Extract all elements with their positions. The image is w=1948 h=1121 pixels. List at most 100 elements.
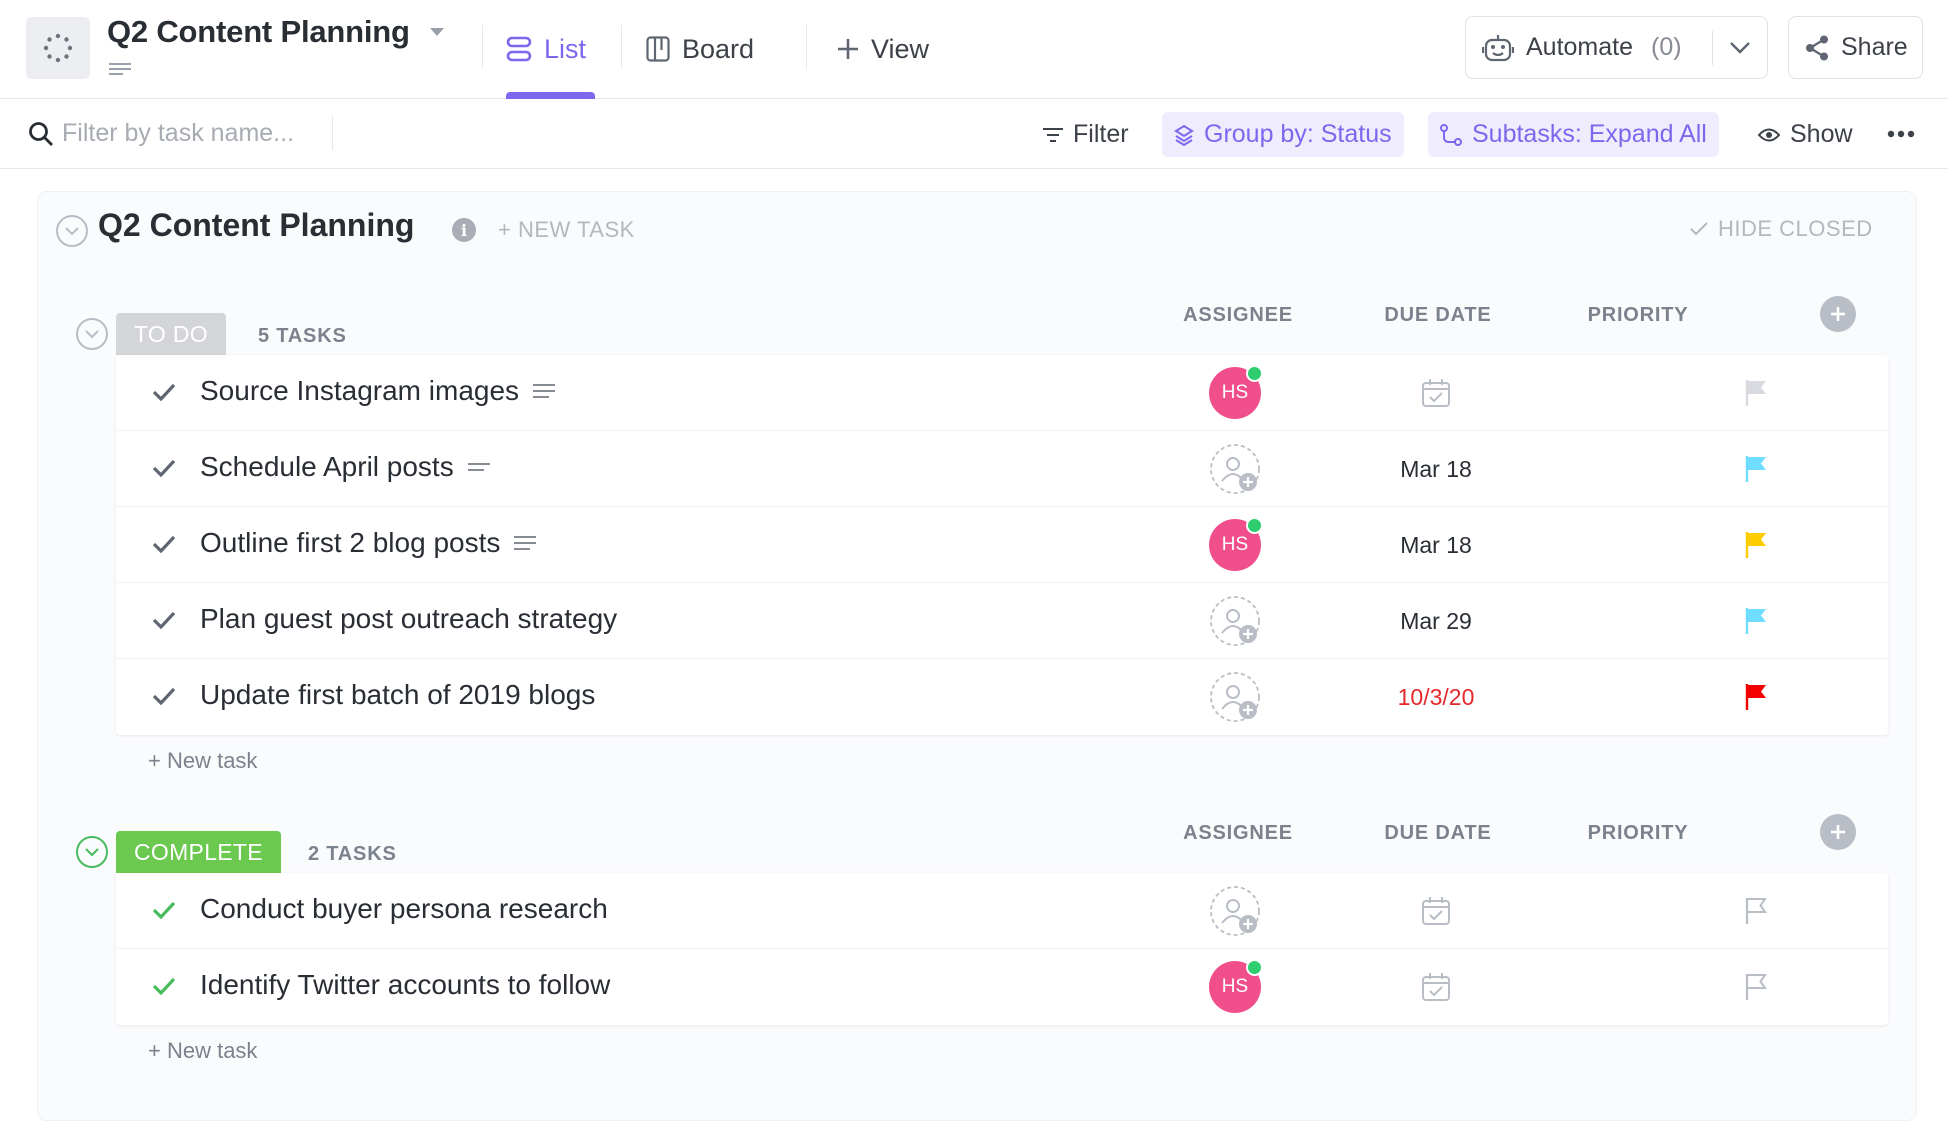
list-title: Q2 Content Planning bbox=[98, 207, 415, 243]
search-divider bbox=[332, 116, 333, 150]
table-row[interactable]: Conduct buyer persona research bbox=[116, 873, 1888, 949]
title-caret-icon[interactable] bbox=[430, 28, 444, 36]
hide-closed-button[interactable]: HIDE CLOSED bbox=[1690, 216, 1873, 242]
tab-list[interactable]: List bbox=[506, 30, 586, 68]
column-header-due-date[interactable]: DUE DATE bbox=[1358, 304, 1518, 327]
check-icon[interactable] bbox=[152, 535, 176, 553]
more-options-icon[interactable] bbox=[1887, 130, 1915, 138]
check-icon[interactable] bbox=[152, 383, 176, 401]
top-header: Q2 Content Planning List Board View Auto… bbox=[0, 0, 1948, 99]
due-date-value: Mar 18 bbox=[1400, 455, 1472, 482]
description-icon[interactable] bbox=[109, 62, 131, 76]
status-badge-todo[interactable]: TO DO bbox=[116, 313, 226, 355]
add-view-button[interactable]: View bbox=[837, 30, 929, 68]
task-name[interactable]: Schedule April posts bbox=[200, 451, 490, 483]
assignee-cell[interactable] bbox=[1209, 595, 1261, 647]
task-name[interactable]: Conduct buyer persona research bbox=[200, 893, 608, 925]
filter-button[interactable]: Filter bbox=[1043, 112, 1129, 157]
due-date-cell[interactable] bbox=[1356, 949, 1516, 1025]
task-name[interactable]: Outline first 2 blog posts bbox=[200, 527, 537, 559]
assignee-cell[interactable] bbox=[1209, 443, 1261, 495]
task-name[interactable]: Update first batch of 2019 blogs bbox=[200, 679, 595, 711]
show-button[interactable]: Show bbox=[1758, 112, 1853, 157]
info-icon[interactable]: i bbox=[452, 218, 476, 242]
collapse-group-todo[interactable] bbox=[76, 318, 108, 350]
active-tab-indicator bbox=[506, 92, 595, 99]
priority-cell[interactable] bbox=[1736, 355, 1776, 431]
subtasks-label: Subtasks: Expand All bbox=[1472, 120, 1707, 148]
share-button[interactable]: Share bbox=[1788, 16, 1923, 79]
task-count: 2 TASKS bbox=[308, 843, 397, 865]
assignee-cell[interactable]: HS bbox=[1209, 365, 1263, 419]
task-name-label: Conduct buyer persona research bbox=[200, 893, 608, 924]
description-icon bbox=[514, 536, 537, 550]
avatar[interactable]: HS bbox=[1209, 365, 1263, 419]
due-date-cell[interactable]: Mar 29 bbox=[1356, 583, 1516, 659]
priority-cell[interactable] bbox=[1736, 507, 1776, 583]
add-task-todo-button[interactable]: + New task bbox=[148, 748, 257, 774]
task-name[interactable]: Plan guest post outreach strategy bbox=[200, 603, 617, 635]
new-task-button[interactable]: + NEW TASK bbox=[498, 217, 635, 243]
column-header-due-date[interactable]: DUE DATE bbox=[1358, 822, 1518, 845]
check-icon[interactable] bbox=[152, 687, 176, 705]
priority-cell[interactable] bbox=[1736, 431, 1776, 507]
assignee-cell[interactable] bbox=[1209, 671, 1261, 723]
priority-cell[interactable] bbox=[1736, 583, 1776, 659]
assignee-cell[interactable]: HS bbox=[1209, 517, 1263, 571]
add-view-label: View bbox=[871, 33, 930, 64]
header-divider bbox=[621, 25, 622, 69]
automate-button[interactable]: Automate (0) bbox=[1465, 16, 1768, 79]
due-date-cell[interactable]: Mar 18 bbox=[1356, 507, 1516, 583]
due-date-cell[interactable] bbox=[1356, 873, 1516, 949]
column-header-assignee[interactable]: ASSIGNEE bbox=[1158, 822, 1318, 845]
add-column-button[interactable] bbox=[1820, 296, 1856, 332]
table-row[interactable]: Outline first 2 blog posts HS Mar 18 bbox=[116, 507, 1888, 583]
table-row[interactable]: Update first batch of 2019 blogs 10/3/20 bbox=[116, 659, 1888, 735]
automate-dropdown[interactable] bbox=[1713, 41, 1767, 55]
check-icon[interactable] bbox=[152, 611, 176, 629]
avatar[interactable]: HS bbox=[1209, 959, 1263, 1013]
check-icon[interactable] bbox=[152, 459, 176, 477]
column-header-priority[interactable]: PRIORITY bbox=[1558, 822, 1718, 845]
due-date-cell[interactable]: 10/3/20 bbox=[1356, 659, 1516, 735]
task-name[interactable]: Source Instagram images bbox=[200, 375, 556, 407]
add-task-complete-button[interactable]: + New task bbox=[148, 1038, 257, 1064]
collapse-group-complete[interactable] bbox=[76, 836, 108, 868]
priority-cell[interactable] bbox=[1736, 659, 1776, 735]
table-row[interactable]: Identify Twitter accounts to follow HS bbox=[116, 949, 1888, 1025]
project-title[interactable]: Q2 Content Planning bbox=[107, 14, 410, 50]
table-row[interactable]: Source Instagram images HS bbox=[116, 355, 1888, 431]
column-header-priority[interactable]: PRIORITY bbox=[1558, 304, 1718, 327]
plus-icon bbox=[1831, 307, 1845, 321]
table-row[interactable]: Schedule April posts Mar 18 bbox=[116, 431, 1888, 507]
space-avatar[interactable] bbox=[26, 17, 90, 79]
due-date-value-overdue: 10/3/20 bbox=[1397, 683, 1475, 710]
tab-board[interactable]: Board bbox=[646, 30, 754, 68]
check-icon[interactable] bbox=[152, 901, 176, 919]
task-search-input[interactable] bbox=[62, 113, 330, 153]
chevron-down-icon bbox=[65, 226, 79, 235]
priority-cell[interactable] bbox=[1736, 873, 1776, 949]
status-badge-complete[interactable]: COMPLETE bbox=[116, 831, 281, 873]
collapse-list-button[interactable] bbox=[56, 215, 88, 247]
automate-main[interactable]: Automate (0) bbox=[1466, 33, 1712, 62]
group-by-button[interactable]: Group by: Status bbox=[1162, 112, 1404, 157]
description-icon bbox=[533, 384, 556, 398]
due-date-cell[interactable] bbox=[1356, 355, 1516, 431]
due-date-value: Mar 18 bbox=[1400, 531, 1472, 558]
column-header-assignee[interactable]: ASSIGNEE bbox=[1158, 304, 1318, 327]
due-date-cell[interactable]: Mar 18 bbox=[1356, 431, 1516, 507]
flag-icon bbox=[1745, 532, 1766, 558]
share-label: Share bbox=[1841, 33, 1908, 61]
assignee-cell[interactable] bbox=[1209, 885, 1261, 937]
subtasks-button[interactable]: Subtasks: Expand All bbox=[1428, 112, 1719, 157]
task-name[interactable]: Identify Twitter accounts to follow bbox=[200, 969, 610, 1001]
assignee-cell[interactable]: HS bbox=[1209, 959, 1263, 1013]
check-icon[interactable] bbox=[152, 977, 176, 995]
priority-cell[interactable] bbox=[1736, 949, 1776, 1025]
add-column-button[interactable] bbox=[1820, 814, 1856, 850]
table-row[interactable]: Plan guest post outreach strategy Mar 29 bbox=[116, 583, 1888, 659]
avatar[interactable]: HS bbox=[1209, 517, 1263, 571]
add-assignee-icon bbox=[1210, 596, 1260, 646]
header-divider bbox=[482, 25, 483, 69]
